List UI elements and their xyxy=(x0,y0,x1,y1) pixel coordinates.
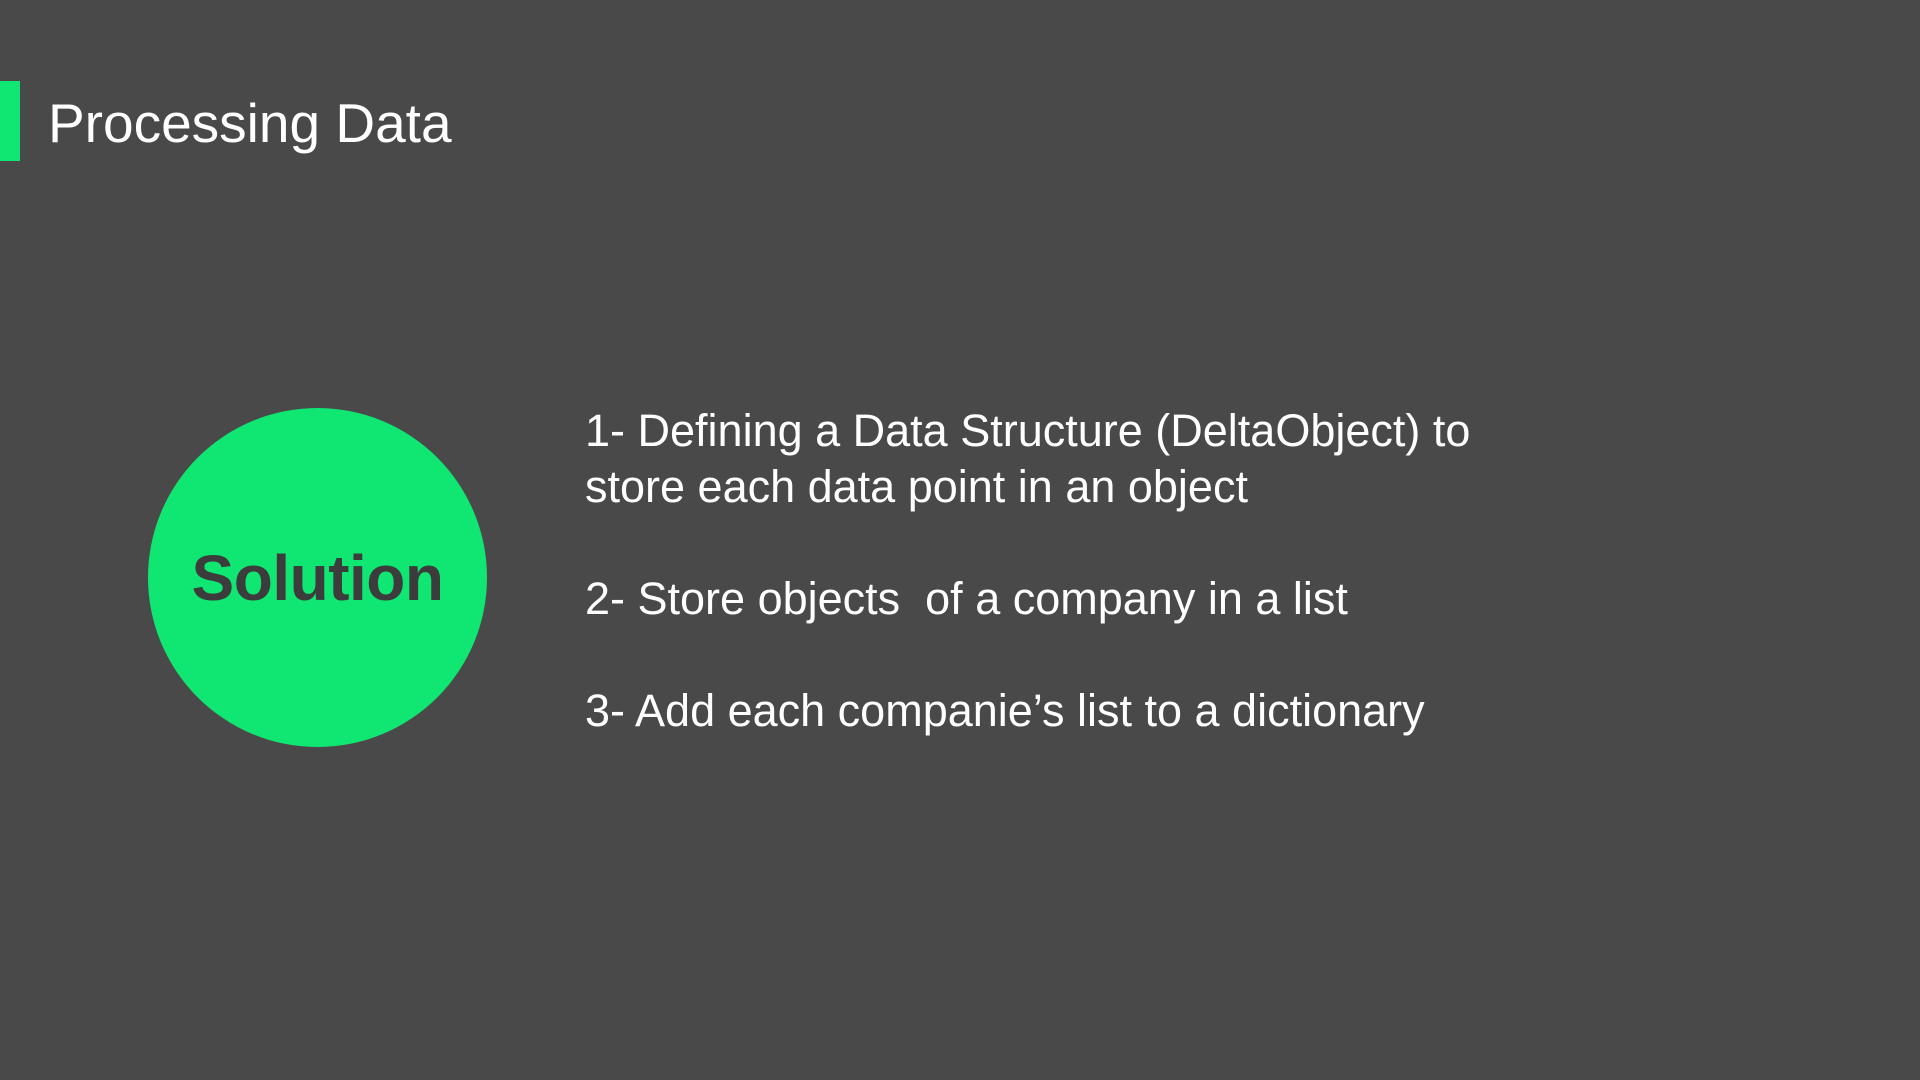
slide-title: Processing Data xyxy=(48,92,452,154)
step-1: 1- Defining a Data Structure (DeltaObjec… xyxy=(585,405,1471,512)
title-accent-bar xyxy=(0,81,20,161)
solution-label: Solution xyxy=(191,541,444,614)
step-2: 2- Store objects of a company in a list xyxy=(585,573,1348,624)
solution-circle: Solution xyxy=(148,408,487,747)
step-3: 3- Add each companie’s list to a diction… xyxy=(585,685,1425,736)
steps-list: 1- Defining a Data Structure (DeltaObjec… xyxy=(585,403,1785,739)
